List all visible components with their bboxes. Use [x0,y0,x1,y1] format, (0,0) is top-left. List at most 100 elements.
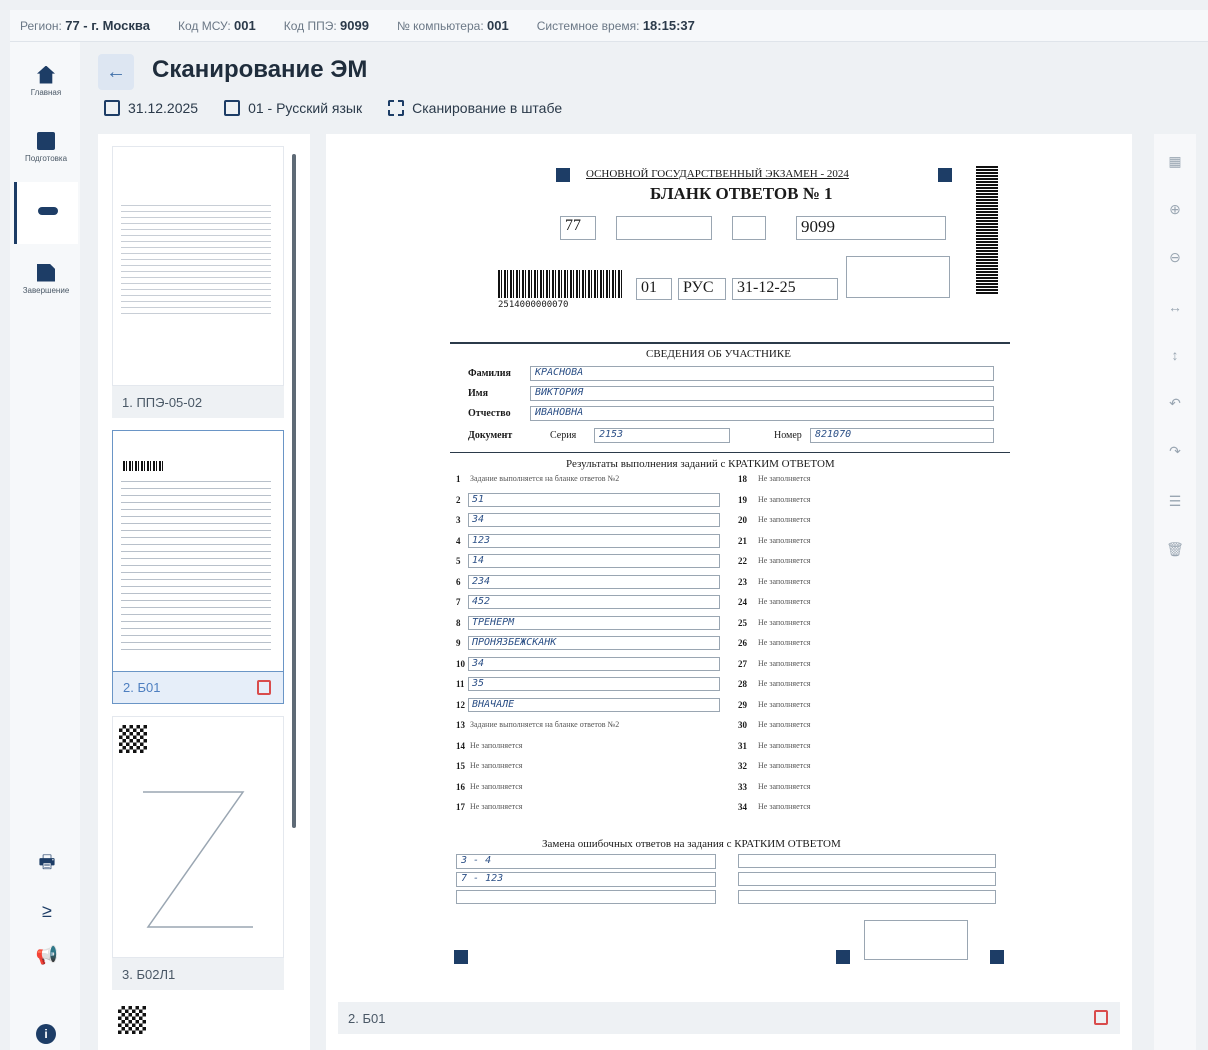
answer-sheet: ОСНОВНОЙ ГОСУДАРСТВЕННЫЙ ЭКЗАМЕН - 2024 … [450,154,1010,974]
answer-value: 234 [468,574,720,589]
form-header: ОСНОВНОЙ ГОСУДАРСТВЕННЫЙ ЭКЗАМЕН - 2024 [586,168,849,180]
zoom-out-icon[interactable]: ⊖ [1164,246,1186,268]
key-icon [37,207,58,215]
calendar-icon [104,100,120,116]
pdf-icon[interactable] [1094,1010,1108,1025]
patronymic-value: ИВАНОВНА [530,406,994,421]
answer-value: Не заполняется [470,781,523,791]
meta-date: 31.12.2025 [104,100,198,116]
answer-value: Не заполняется [758,740,811,750]
thumbnail-image [112,430,284,672]
answer-value: ВНАЧАЛЕ [468,697,720,712]
answer-number: 6 [456,576,461,587]
thumbnail-scrollbar[interactable] [292,154,296,828]
vertical-barcode [976,166,998,294]
rotate-left-icon[interactable]: ↶ [1164,392,1186,414]
corner-mark [990,950,1004,964]
back-button[interactable]: ← [98,54,134,90]
meta-subject-value: 01 - Русский язык [248,100,363,116]
thumbnail-1[interactable]: 1. ППЭ-05-02 [112,146,284,420]
calendar-icon [37,131,55,150]
grid-icon[interactable]: ▦ [1164,150,1186,172]
sidebar-item-label: Завершение [22,285,70,295]
answer-value: Не заполняется [470,740,523,750]
qr-code [119,725,147,753]
viewer-caption: 2. Б01 [338,1002,1120,1034]
answer-value: Не заполняется [758,679,811,688]
answer-value: Не заполняется [758,576,811,586]
answer-value: Не заполняется [758,515,811,524]
fit-height-icon[interactable]: ↕ [1164,344,1186,366]
zoom-in-icon[interactable]: ⊕ [1164,198,1186,220]
region-box: 77 [560,216,596,240]
answer-number: 27 [738,658,747,669]
answer-number: 11 [456,679,465,689]
subject-code-box: 01 [636,278,672,300]
status-bar: Регион: 77 - г. Москва Код МСУ: 001 Код … [10,10,1208,42]
meta-mode-value: Сканирование в штабе [412,100,563,116]
comment-icon[interactable]: ☰ [1164,490,1186,512]
answer-number: 9 [456,638,461,648]
answer-value: ПРОНЯЗБЕЖСКАНК [468,636,720,650]
section-participant: СВЕДЕНИЯ ОБ УЧАСТНИКЕ [646,348,791,360]
document-viewer: ОСНОВНОЙ ГОСУДАРСТВЕННЫЙ ЭКЗАМЕН - 2024 … [326,134,1132,1050]
subject-name-box: РУС [678,278,726,300]
answer-number: 1 [456,474,461,484]
megaphone-icon[interactable]: 📢 [36,944,58,966]
thumbnail-form-lines [121,481,271,651]
corner-mark [938,168,952,182]
answer-number: 22 [738,556,747,566]
answer-value: Задание выполняется на бланке ответов №2 [470,474,620,483]
sidebar-item-label: Главная [30,87,62,97]
answer-number: 2 [456,494,461,505]
form-title: БЛАНК ОТВЕТОВ № 1 [650,184,833,203]
sidebar-item-completion[interactable]: Завершение [14,248,78,310]
fit-width-icon[interactable]: ↔ [1164,296,1186,318]
answer-value: Не заполняется [470,761,523,770]
answer-value: ТРЕНЕРМ [468,615,720,630]
answer-number: 28 [738,679,747,689]
replace-title: Замена ошибочных ответов на задания с КР… [542,838,841,850]
scanner-icon[interactable]: ≥ [36,900,58,922]
thumbnail-4[interactable] [112,1002,284,1042]
sidebar-item-key[interactable] [14,182,78,244]
number-value: 821070 [810,428,994,443]
answer-number: 19 [738,494,747,505]
delete-icon[interactable]: 🗑 [1164,538,1186,560]
sidebar-item-home[interactable]: Главная [14,50,78,112]
series-value: 2153 [594,428,730,443]
answer-number: 10 [456,658,465,669]
answer-number: 30 [738,720,747,730]
signature-box [846,256,950,298]
meta-subject: 01 - Русский язык [224,100,362,116]
thumbnail-panel: 1. ППЭ-05-02 2. Б01 3. Б02Л1 [98,134,310,1050]
pdf-icon[interactable] [257,680,271,695]
answer-number: 14 [456,740,465,751]
thumbnail-3[interactable]: 3. Б02Л1 [112,716,284,992]
separator [450,342,1010,344]
thumbnail-caption: 2. Б01 [112,672,284,704]
form-barcode [498,270,622,298]
page-title: Сканирование ЭМ [152,56,368,83]
rotate-right-icon[interactable]: ↷ [1164,440,1186,462]
book-icon [224,100,241,116]
answer-number: 3 [456,515,461,525]
surname-label: Фамилия [468,368,511,379]
answer-number: 15 [456,761,465,771]
sidebar-item-label: Подготовка [24,153,68,163]
sidebar-item-preparation[interactable]: Подготовка [14,116,78,178]
printer-icon[interactable]: 🖶 [36,852,58,876]
replace-row-3 [456,890,716,904]
status-pc: № компьютера: 001 [396,18,509,33]
replace-row-r1 [738,854,996,868]
info-icon[interactable]: i [36,1024,56,1044]
status-time: Системное время: 18:15:37 [536,18,695,33]
thumbnail-2[interactable]: 2. Б01 [112,430,284,706]
thumbnail-caption: 1. ППЭ-05-02 [112,386,284,418]
answer-number: 18 [738,474,747,484]
answer-number: 12 [456,699,465,710]
sidebar: Главная Подготовка Завершение 🖶 ≥ 📢 i [10,42,80,1050]
class-box [732,216,766,240]
replace-row-r2 [738,872,996,886]
number-label: Номер [774,430,802,441]
